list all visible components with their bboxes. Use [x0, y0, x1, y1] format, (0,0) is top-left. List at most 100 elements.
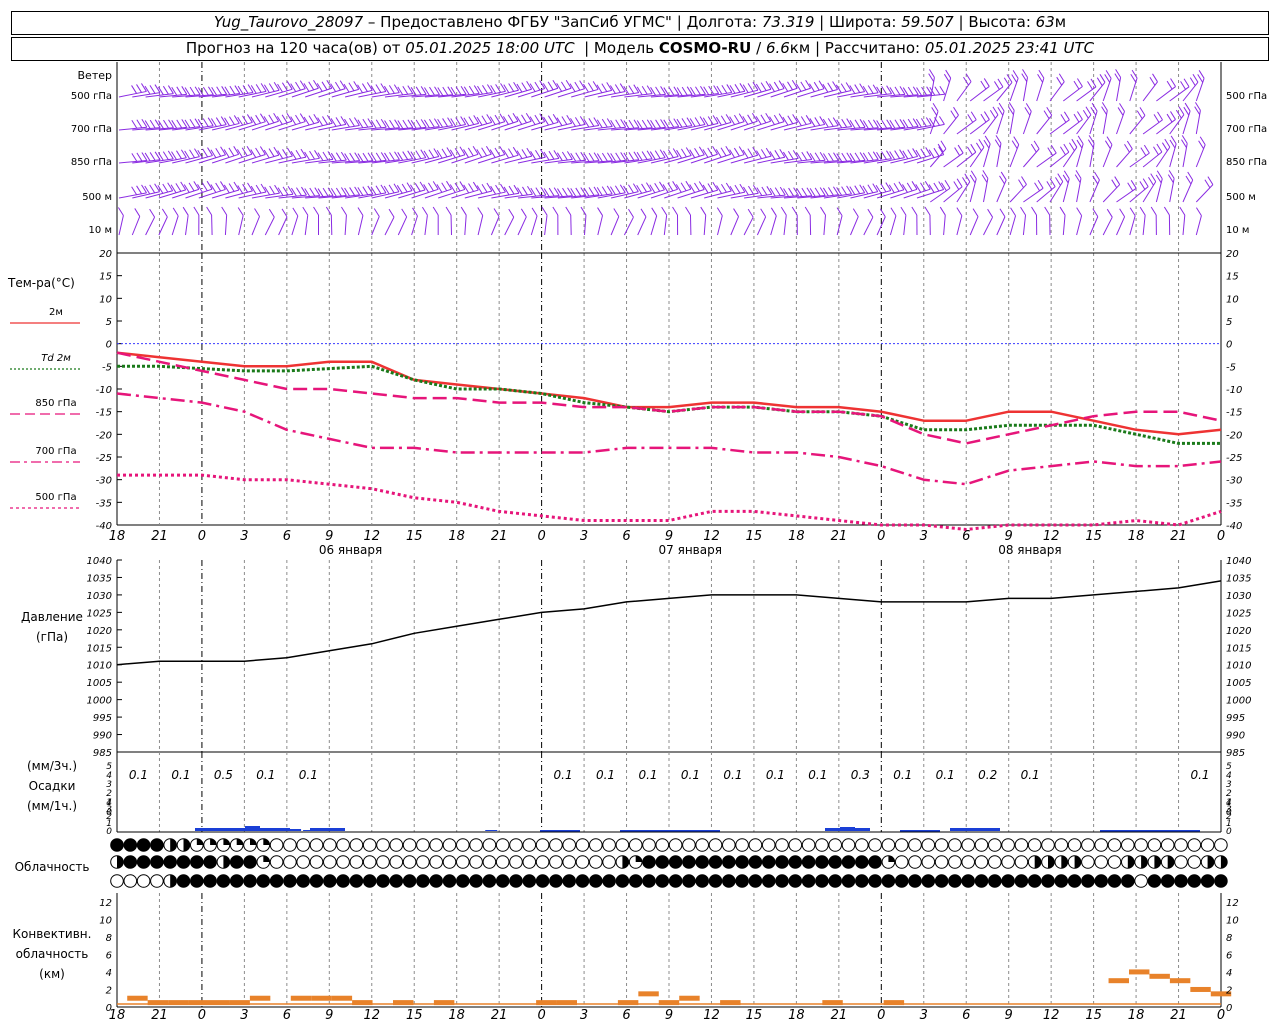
wind-barb-feather	[944, 179, 951, 189]
precip-total-label: 0.1	[1190, 768, 1209, 782]
cloud-symbol	[123, 855, 138, 869]
wind-barb-feather	[1031, 206, 1037, 216]
wind-barb-feather	[747, 208, 754, 218]
wind-barb	[331, 88, 359, 98]
wind-barb-feather	[269, 185, 276, 195]
pressure-ytick-left: 1015	[87, 643, 112, 654]
wind-barb-feather	[899, 86, 906, 95]
precip-total-label: 0.1	[638, 768, 657, 782]
conv-bar	[1190, 986, 1211, 992]
wind-barb	[251, 216, 260, 236]
wind-level-right: 500 гПа	[1226, 91, 1267, 102]
wind-barb-feather	[681, 118, 688, 127]
wind-barb	[531, 87, 559, 98]
temp-ytick-right: -10	[1226, 385, 1242, 396]
wind-barb	[1116, 111, 1125, 135]
wind-barb-feather	[1198, 140, 1205, 149]
wind-barb-feather	[375, 119, 382, 129]
cloud-symbol	[1214, 874, 1228, 888]
wind-barb-feather	[899, 149, 905, 158]
wind-barb	[850, 216, 859, 236]
wind-barb-feather	[1170, 111, 1176, 120]
x-tick-label: 6	[283, 1008, 291, 1023]
wind-barb-feather	[867, 208, 874, 218]
cloud-symbol	[136, 874, 151, 888]
cloud-symbol	[509, 838, 523, 852]
wind-barb-feather	[176, 119, 183, 129]
wind-barb-feather	[672, 206, 678, 216]
pressure-ytick-left: 1020	[87, 626, 112, 637]
wind-barb-feather	[676, 118, 683, 128]
wind-barb	[131, 216, 141, 236]
cloud-symbol	[309, 838, 324, 852]
pressure-ytick-right: 1010	[1226, 661, 1251, 672]
cloud-symbol	[1041, 838, 1055, 852]
wind-barb-feather	[780, 206, 787, 216]
wind-barb	[996, 216, 1006, 236]
conv-ytick-right: 2	[1226, 985, 1232, 996]
temp-ytick-right: -15	[1226, 408, 1242, 419]
wind-barb-feather	[373, 208, 380, 217]
x-tick-label: 21	[831, 529, 848, 544]
cloud-symbol	[735, 838, 749, 852]
wind-barb-feather	[454, 182, 461, 192]
wind-barb-feather	[726, 84, 733, 93]
wind-barb-feather	[574, 81, 581, 91]
wind-barb-feather	[1071, 138, 1078, 148]
wind-barb-feather	[601, 186, 608, 195]
wind-barb-feather	[734, 184, 741, 194]
wind-barb-feather	[380, 184, 387, 194]
wind-barb-feather	[437, 118, 444, 128]
wind-barb-feather	[761, 186, 768, 196]
wind-barb-feather	[1077, 111, 1083, 120]
cloud-symbol	[229, 874, 244, 888]
cloud-symbol-quarter	[635, 855, 642, 862]
wind-barb	[172, 188, 199, 199]
wind-barb-feather	[340, 151, 347, 161]
wind-barb-feather	[872, 151, 879, 160]
precip-total-label: 0.1	[596, 768, 615, 782]
wind-barb-feather	[1057, 173, 1064, 182]
wind-barb-feather	[1037, 180, 1044, 189]
wind-barb	[517, 121, 545, 131]
wind-barb	[797, 88, 825, 98]
wind-barb-feather	[171, 120, 178, 129]
wind-barb-feather	[341, 206, 347, 216]
x-tick-label: 0	[1217, 529, 1225, 544]
cloud-symbol	[110, 838, 124, 852]
conv-bar	[679, 995, 700, 1001]
wind-barb	[265, 120, 293, 131]
wind-barb-feather	[1185, 175, 1192, 185]
conv-ytick-left: 10	[99, 915, 112, 926]
wind-barb-feather	[508, 185, 515, 195]
temp-ytick-left: -5	[102, 362, 112, 373]
cloud-symbol	[1187, 874, 1202, 888]
cloud-symbol	[136, 855, 151, 869]
wind-barb-feather	[620, 119, 627, 128]
precip-total-label: 0.1	[129, 768, 148, 782]
wind-barb-feather	[649, 151, 656, 160]
x-tick-label: 9	[1005, 529, 1013, 544]
cloud-symbol	[1107, 838, 1122, 852]
wind-barb-feather	[854, 119, 861, 129]
cloud-symbol	[988, 855, 1002, 869]
wind-barb-feather	[953, 181, 960, 190]
wind-barb-feather	[362, 118, 369, 128]
wind-barb-feather	[1166, 113, 1173, 123]
wind-barb-feather	[141, 118, 148, 128]
cloud-symbol	[562, 838, 577, 852]
cloud-symbol-half	[622, 855, 629, 869]
wind-barb-feather	[481, 115, 488, 125]
x-tick-label: 6	[962, 529, 970, 544]
pressure-ytick-left: 1040	[87, 556, 112, 567]
wind-barb-feather	[1157, 111, 1163, 121]
pressure-ytick-right: 1020	[1226, 626, 1251, 637]
x-tick-label: 18	[788, 529, 805, 544]
wind-barb-feather	[220, 116, 227, 125]
wind-barb-feather	[1164, 138, 1171, 148]
wind-barb-feather	[655, 86, 661, 96]
cloud-symbol	[456, 874, 470, 888]
wind-barb-feather	[1087, 81, 1093, 90]
wind-barb-feather	[1034, 182, 1040, 192]
wind-barb-feather	[747, 148, 754, 157]
